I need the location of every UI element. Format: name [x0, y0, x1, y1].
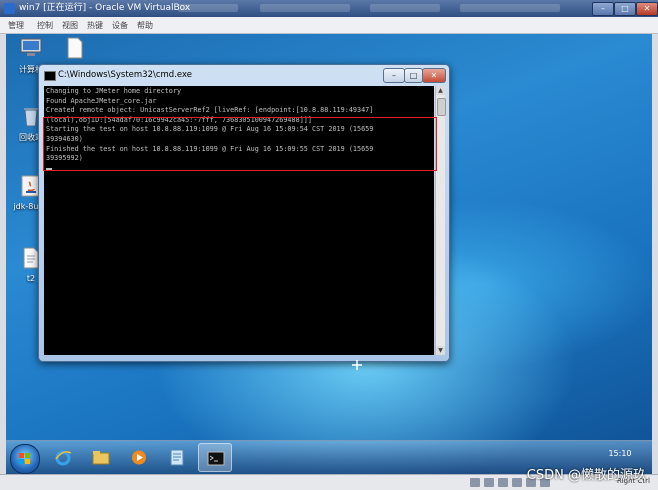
- cmd-scrollbar[interactable]: ▲ ▼: [435, 86, 446, 355]
- vbox-maximize-button[interactable]: □: [614, 2, 636, 16]
- menu-item-help[interactable]: 帮助: [137, 20, 153, 31]
- desktop-icon-file[interactable]: [54, 36, 96, 64]
- cmd-close-button[interactable]: ✕: [422, 68, 446, 83]
- scroll-up-arrow-icon[interactable]: ▲: [436, 86, 445, 95]
- console-line: 39394630): [46, 134, 83, 143]
- start-button[interactable]: [10, 444, 40, 474]
- cmd-minimize-button[interactable]: –: [383, 68, 405, 83]
- document-icon: [67, 37, 83, 59]
- menu-item-view[interactable]: 视图: [62, 20, 78, 31]
- console-line: Found ApacheJMeter_core.jar: [46, 96, 157, 105]
- taskbar-notepad[interactable]: [160, 443, 194, 472]
- taskbar-media-player[interactable]: [122, 443, 156, 472]
- internet-explorer-icon: [55, 450, 72, 466]
- network-icon[interactable]: [498, 478, 508, 487]
- text-cursor: [46, 167, 52, 170]
- blurred-tab: [460, 4, 560, 12]
- scroll-thumb[interactable]: [437, 98, 446, 116]
- blurred-tab: [260, 4, 350, 12]
- console-line: Starting the test on host 10.8.88.119:10…: [46, 125, 374, 134]
- menu-item-control[interactable]: 控制: [37, 20, 53, 31]
- cmd-titlebar[interactable]: C:\Windows\System32\cmd.exe – □ ✕: [39, 65, 449, 85]
- csdn-watermark: CSDN @懒散的源玖: [526, 468, 646, 483]
- optical-drive-icon[interactable]: [484, 478, 494, 487]
- vbox-close-button[interactable]: ✕: [636, 2, 658, 16]
- cmd-title: C:\Windows\System32\cmd.exe: [58, 70, 192, 80]
- cmd-icon: [44, 71, 56, 81]
- cmd-window[interactable]: C:\Windows\System32\cmd.exe – □ ✕ Changi…: [38, 64, 450, 362]
- guest-desktop: 计算机 回收站 jdk-8u20 t2 C:\Windows\System32\…: [6, 34, 652, 474]
- usb-icon[interactable]: [512, 478, 522, 487]
- windows-logo-icon: [19, 453, 30, 464]
- blurred-tab: [370, 4, 440, 12]
- menu-item-hotkey[interactable]: 热键: [87, 20, 103, 31]
- cmd-maximize-button[interactable]: □: [404, 68, 423, 83]
- console-line: Created remote object: UnicastServerRef2…: [46, 106, 374, 115]
- taskbar-windows-explorer[interactable]: [84, 443, 118, 472]
- media-player-icon: [132, 450, 146, 465]
- console-line: Finished the test on host 10.8.88.119:10…: [46, 144, 374, 153]
- taskbar-command-prompt[interactable]: [198, 443, 232, 472]
- console-line: (local),objID:[54adaf70:16c9942ca45:-7ff…: [46, 115, 312, 124]
- notepad-icon: [170, 449, 184, 466]
- cmd-console[interactable]: Changing to JMeter home directory Found A…: [44, 86, 434, 355]
- menu-item-manage[interactable]: 管理: [8, 20, 24, 31]
- menu-item-devices[interactable]: 设备: [112, 20, 128, 31]
- virtualbox-menubar: 管理 控制 视图 热键 设备 帮助: [0, 17, 658, 34]
- cmd-output: Changing to JMeter home directory Found A…: [46, 87, 434, 173]
- virtualbox-icon: [4, 3, 15, 14]
- console-line: 39395992): [46, 154, 83, 163]
- mouse-cursor-icon: [352, 360, 362, 370]
- hard-disk-icon[interactable]: [470, 478, 480, 487]
- command-prompt-icon: [207, 451, 225, 466]
- scroll-down-arrow-icon[interactable]: ▼: [436, 346, 445, 355]
- virtualbox-titlebar[interactable]: win7 [正在运行] - Oracle VM VirtualBox – □ ✕: [0, 0, 658, 17]
- taskbar-internet-explorer[interactable]: [46, 443, 80, 472]
- taskbar-clock[interactable]: 15:10: [590, 449, 650, 458]
- computer-icon: [20, 38, 42, 56]
- folder-icon: [92, 451, 110, 465]
- virtualbox-window: win7 [正在运行] - Oracle VM VirtualBox – □ ✕…: [0, 0, 658, 490]
- vbox-minimize-button[interactable]: –: [592, 2, 614, 16]
- virtualbox-title: win7 [正在运行] - Oracle VM VirtualBox: [19, 3, 191, 13]
- console-prompt: [46, 164, 434, 174]
- blurred-tab: [178, 4, 238, 12]
- console-line: Changing to JMeter home directory: [46, 87, 182, 95]
